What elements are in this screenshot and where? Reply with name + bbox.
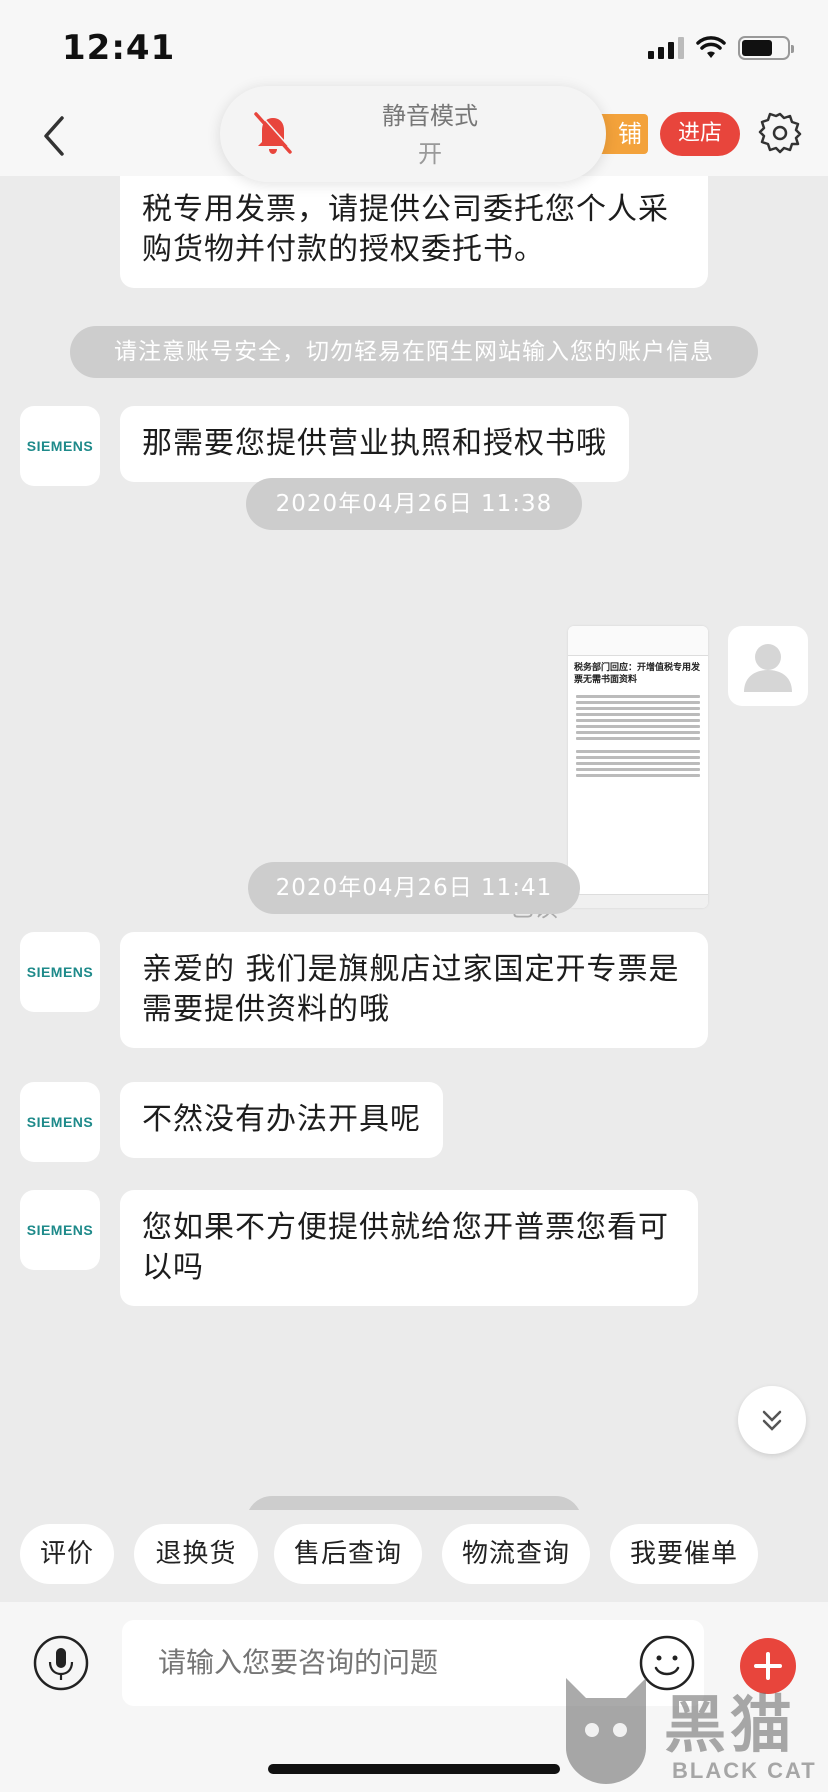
message-bubble: 不然没有办法开具呢 bbox=[120, 1082, 443, 1158]
thumb-text-line bbox=[576, 768, 700, 771]
avatar[interactable]: SIEMENS bbox=[20, 406, 100, 486]
chat-area[interactable]: 税专用发票，请提供公司委托您个人采购货物并付款的授权委托书。 请注意账号安全，切… bbox=[0, 176, 828, 1510]
message-bubble: 那需要您提供营业执照和授权书哦 bbox=[120, 406, 629, 482]
message-text: 不然没有办法开具呢 bbox=[142, 1102, 421, 1137]
avatar[interactable]: SIEMENS bbox=[20, 932, 100, 1012]
timestamp: 2020年04月26日 11:41 bbox=[248, 862, 580, 914]
user-icon bbox=[744, 644, 792, 692]
status-time: 12:41 bbox=[62, 28, 176, 68]
gear-icon[interactable] bbox=[758, 110, 802, 154]
thumb-text-line bbox=[576, 713, 700, 716]
watermark-cn: 黑猫 bbox=[664, 1688, 797, 1761]
thumb-text-line bbox=[576, 737, 700, 740]
quick-reply-after-sales[interactable]: 售后查询 bbox=[274, 1524, 422, 1584]
quick-replies: 评价 退换货 售后查询 物流查询 我要催单 bbox=[0, 1524, 828, 1588]
timestamp-partial bbox=[246, 1496, 582, 1510]
message-bubble: 税专用发票，请提供公司委托您个人采购货物并付款的授权委托书。 bbox=[120, 176, 708, 288]
message-bubble: 您如果不方便提供就给您开普票您看可以吗 bbox=[120, 1190, 698, 1306]
chevron-double-down-icon bbox=[762, 1410, 782, 1431]
sent-image[interactable]: 税务部门回应：开增值税专用发票无需书面资料 bbox=[568, 626, 708, 908]
scroll-down-button[interactable] bbox=[738, 1386, 806, 1454]
bell-muted-icon bbox=[254, 112, 294, 154]
quick-reply-review[interactable]: 评价 bbox=[20, 1524, 114, 1584]
thumb-text-line bbox=[576, 731, 700, 734]
watermark-en: BLACK CAT bbox=[672, 1758, 817, 1783]
message-text: 您如果不方便提供就给您开普票您看可以吗 bbox=[142, 1210, 669, 1285]
thumb-text-line bbox=[576, 762, 700, 765]
watermark: 黑猫 BLACK CAT bbox=[556, 1668, 828, 1792]
microphone-icon[interactable] bbox=[32, 1634, 90, 1692]
mute-mode-popup[interactable]: 静音模式 开 bbox=[220, 86, 606, 182]
avatar[interactable]: SIEMENS bbox=[20, 1190, 100, 1270]
home-indicator[interactable] bbox=[268, 1764, 560, 1774]
quick-reply-urge[interactable]: 我要催单 bbox=[610, 1524, 758, 1584]
thumb-text-line bbox=[576, 756, 700, 759]
status-icons bbox=[648, 36, 794, 60]
enter-shop-button[interactable]: 进店 bbox=[660, 112, 740, 156]
status-bar: 12:41 bbox=[0, 0, 828, 96]
quick-reply-return[interactable]: 退换货 bbox=[134, 1524, 258, 1584]
thumb-title: 税务部门回应：开增值税专用发票无需书面资料 bbox=[574, 663, 701, 685]
thumb-text-line bbox=[576, 695, 700, 698]
siemens-logo: SIEMENS bbox=[26, 438, 94, 454]
mute-title: 静音模式 bbox=[382, 102, 478, 130]
message-text: 亲爱的 我们是旗舰店过家国定开专票是需要提供资料的哦 bbox=[142, 952, 680, 1027]
avatar[interactable]: SIEMENS bbox=[20, 1082, 100, 1162]
siemens-logo: SIEMENS bbox=[26, 1222, 94, 1238]
timestamp: 2020年04月26日 11:38 bbox=[246, 478, 582, 530]
battery-level bbox=[742, 40, 772, 56]
security-notice: 请注意账号安全，切勿轻易在陌生网站输入您的账户信息 bbox=[70, 326, 758, 378]
thumb-footer bbox=[568, 894, 708, 908]
thumb-text-line bbox=[576, 750, 700, 753]
mute-state: 开 bbox=[418, 140, 442, 168]
user-avatar[interactable] bbox=[728, 626, 808, 706]
back-icon[interactable] bbox=[36, 108, 76, 164]
message-bubble: 亲爱的 我们是旗舰店过家国定开专票是需要提供资料的哦 bbox=[120, 932, 708, 1048]
cat-logo-icon bbox=[566, 1678, 646, 1784]
wifi-icon bbox=[696, 36, 726, 58]
thumb-text-line bbox=[576, 707, 700, 710]
siemens-logo: SIEMENS bbox=[26, 964, 94, 980]
quick-reply-logistics[interactable]: 物流查询 bbox=[442, 1524, 590, 1584]
cellular-signal-icon bbox=[648, 37, 684, 59]
message-text: 那需要您提供营业执照和授权书哦 bbox=[142, 426, 607, 461]
thumb-text-line bbox=[576, 701, 700, 704]
siemens-logo: SIEMENS bbox=[26, 1114, 94, 1130]
thumb-text-line bbox=[576, 725, 700, 728]
thumb-text-line bbox=[576, 719, 700, 722]
battery-icon bbox=[738, 36, 794, 60]
thumb-header bbox=[568, 626, 708, 656]
message-text: 税专用发票，请提供公司委托您个人采购货物并付款的授权委托书。 bbox=[142, 192, 669, 267]
thumb-text-line bbox=[576, 774, 700, 777]
